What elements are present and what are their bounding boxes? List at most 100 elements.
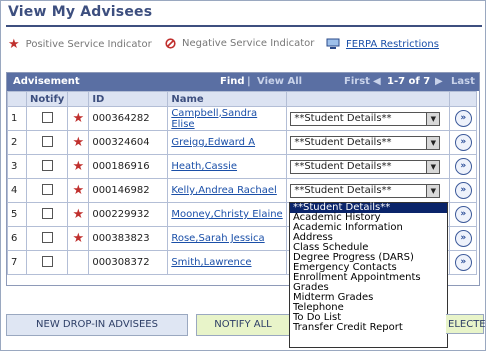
action-cell: **Student Details** ▼	[286, 178, 451, 203]
go-cell: »	[449, 226, 478, 251]
row-number: 3	[7, 154, 27, 179]
student-name-link[interactable]: Mooney,Christy Elaine	[171, 209, 282, 220]
action-select-value: **Student Details**	[294, 136, 392, 148]
go-arrow-icon[interactable]: »	[454, 134, 472, 151]
name-cell: Kelly,Andrea Rachael	[167, 178, 288, 203]
action-select[interactable]: **Student Details** ▼	[290, 135, 441, 150]
indicator-legend: ★ Positive Service Indicator Negative Se…	[0, 36, 486, 58]
table-row: 2 ★ 000324604 Greigg,Edward A **Student Deta…	[7, 130, 478, 155]
action-cell: **Student Details** ▼	[286, 154, 451, 179]
notify-checkbox[interactable]	[41, 255, 53, 267]
negative-indicator-icon	[165, 38, 176, 49]
go-arrow-icon[interactable]: »	[454, 206, 472, 223]
notify-checkbox-cell	[25, 178, 69, 203]
positive-label: Positive Service Indicator	[25, 39, 152, 50]
col-action	[286, 91, 451, 107]
indicator-cell: ★	[67, 202, 90, 227]
student-id: 000364282	[88, 106, 169, 131]
chevron-down-icon[interactable]: ▼	[426, 136, 440, 149]
notify-checkbox[interactable]	[41, 159, 53, 171]
go-cell: »	[449, 250, 478, 275]
positive-indicator-star-icon: ★	[72, 135, 85, 150]
go-arrow-icon[interactable]: »	[454, 158, 472, 175]
notify-checkbox-cell	[25, 106, 69, 131]
grid-title-bar: Advisement Find | View All First ◀ 1-7 o…	[7, 73, 479, 91]
student-name-link[interactable]: Rose,Sarah Jessica	[171, 233, 264, 244]
action-select[interactable]: **Student Details** ▼	[290, 111, 441, 126]
positive-indicator-star-icon: ★	[72, 207, 85, 222]
first-link[interactable]: First	[344, 76, 370, 87]
table-row: 4 ★ 000146982 Kelly,Andrea Rachael **Student…	[7, 178, 478, 203]
notify-checkbox[interactable]	[41, 183, 53, 195]
col-indicator	[67, 91, 90, 107]
name-cell: Campbell,Sandra Elise	[167, 106, 288, 131]
row-number: 5	[7, 202, 27, 227]
student-name-link[interactable]: Heath,Cassie	[171, 161, 237, 172]
student-id: 000308372	[88, 250, 169, 275]
student-name-link[interactable]: Greigg,Edward A	[171, 137, 255, 148]
positive-indicator-star-icon: ★	[72, 231, 85, 246]
next-arrow-icon[interactable]: ▶	[435, 76, 443, 87]
go-arrow-icon[interactable]: »	[454, 110, 472, 127]
name-cell: Smith,Lawrence	[167, 250, 288, 275]
chevron-down-icon[interactable]: ▼	[426, 112, 440, 125]
dropdown-option[interactable]: Transfer Credit Report	[290, 323, 447, 333]
name-cell: Greigg,Edward A	[167, 130, 288, 155]
go-arrow-icon[interactable]: »	[454, 230, 472, 247]
table-row: 3 ★ 000186916 Heath,Cassie **Student Details…	[7, 154, 478, 179]
go-arrow-icon[interactable]: »	[454, 182, 472, 199]
prev-arrow-icon[interactable]: ◀	[373, 76, 381, 87]
action-cell: **Student Details** ▼	[286, 130, 451, 155]
nav-separator: |	[247, 76, 251, 87]
col-notify: Notify	[25, 91, 69, 107]
indicator-cell	[67, 250, 90, 275]
new-dropin-advisees-button[interactable]: NEW DROP-IN ADVISEES	[6, 314, 188, 336]
row-number: 2	[7, 130, 27, 155]
notify-checkbox-cell	[25, 226, 69, 251]
find-link[interactable]: Find	[220, 76, 245, 87]
student-name-link[interactable]: Kelly,Andrea Rachael	[171, 185, 277, 196]
last-link[interactable]: Last	[451, 76, 475, 87]
student-id: 000229932	[88, 202, 169, 227]
notify-checkbox-cell	[25, 130, 69, 155]
row-number: 6	[7, 226, 27, 251]
go-cell: »	[449, 106, 478, 131]
notify-checkbox[interactable]	[41, 111, 53, 123]
student-name-link[interactable]: Smith,Lawrence	[171, 257, 251, 268]
name-cell: Mooney,Christy Elaine	[167, 202, 288, 227]
col-rownum	[7, 91, 27, 107]
go-cell: »	[449, 202, 478, 227]
action-dropdown-list[interactable]: **Student Details** Academic History Acade…	[289, 202, 448, 348]
col-id: ID	[88, 91, 169, 107]
chevron-down-icon[interactable]: ▼	[426, 160, 440, 173]
notify-selected-button[interactable]: ELECTE	[446, 314, 486, 334]
indicator-cell: ★	[67, 106, 90, 131]
notify-all-button[interactable]: NOTIFY ALL	[196, 314, 289, 336]
name-cell: Heath,Cassie	[167, 154, 288, 179]
col-name: Name	[167, 91, 288, 107]
action-select[interactable]: **Student Details** ▼	[290, 183, 441, 198]
positive-legend: ★ Positive Service Indicator	[8, 38, 152, 51]
student-id: 000383823	[88, 226, 169, 251]
view-all-link[interactable]: View All	[257, 76, 302, 87]
notify-checkbox-cell	[25, 154, 69, 179]
student-id: 000324604	[88, 130, 169, 155]
row-number: 4	[7, 178, 27, 203]
chevron-down-icon[interactable]: ▼	[426, 184, 440, 197]
notify-checkbox[interactable]	[41, 231, 53, 243]
notify-checkbox[interactable]	[41, 135, 53, 147]
row-number: 1	[7, 106, 27, 131]
action-select-value: **Student Details**	[294, 160, 392, 172]
indicator-cell: ★	[67, 226, 90, 251]
action-cell: **Student Details** ▼	[286, 106, 451, 131]
action-select-value: **Student Details**	[294, 184, 392, 196]
name-cell: Rose,Sarah Jessica	[167, 226, 288, 251]
notify-checkbox[interactable]	[41, 207, 53, 219]
table-row: 1 ★ 000364282 Campbell,Sandra Elise **Studen…	[7, 106, 478, 131]
go-cell: »	[449, 154, 478, 179]
action-select[interactable]: **Student Details** ▼	[290, 159, 441, 174]
ferpa-computer-icon	[326, 38, 340, 49]
go-arrow-icon[interactable]: »	[454, 254, 472, 271]
student-name-link[interactable]: Campbell,Sandra Elise	[171, 108, 257, 130]
ferpa-restrictions-link[interactable]: FERPA Restrictions	[346, 39, 439, 50]
